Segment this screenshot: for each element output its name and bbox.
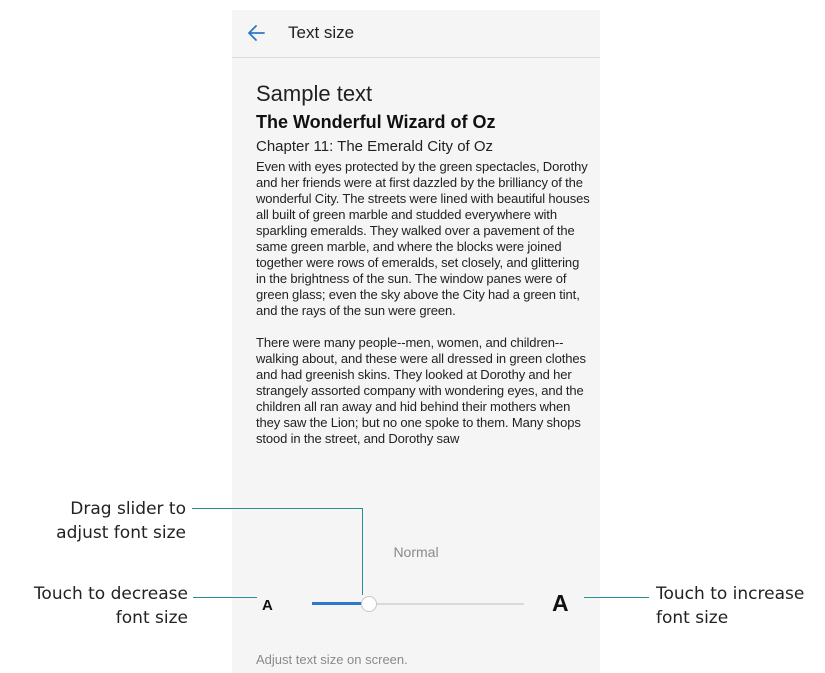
- text-size-screen: Text size Sample text The Wonderful Wiza…: [232, 10, 600, 673]
- callout-decrease-line2: font size: [115, 608, 188, 628]
- decrease-font-button[interactable]: A: [262, 597, 273, 614]
- sample-text-preview: Sample text The Wonderful Wizard of Oz C…: [256, 80, 591, 522]
- callout-slider-line1: Drag slider to: [70, 499, 186, 519]
- book-title: The Wonderful Wizard of Oz: [256, 112, 496, 132]
- callout-increase-line1: Touch to increase: [656, 584, 805, 604]
- callout-increase-line2: font size: [656, 608, 729, 628]
- callout-increase-leader: [584, 597, 649, 598]
- page-title: Text size: [288, 23, 355, 42]
- callout-slider: Drag slider to adjust font size: [40, 497, 186, 545]
- hint-text: Adjust text size on screen.: [256, 652, 408, 667]
- callout-slider-line2: adjust font size: [56, 523, 186, 543]
- callout-increase: Touch to increase font size: [656, 582, 821, 630]
- chapter-heading: Chapter 11: The Emerald City of Oz: [256, 138, 494, 155]
- callout-slider-leader-drop: [362, 508, 363, 595]
- sample-paragraph: Even with eyes protected by the green sp…: [256, 159, 590, 318]
- callout-decrease-leader: [193, 597, 257, 598]
- font-size-slider[interactable]: [312, 594, 524, 614]
- app-header: Text size: [232, 10, 600, 58]
- back-arrow-icon: [248, 25, 265, 41]
- callout-decrease-line1: Touch to decrease: [33, 584, 188, 604]
- back-button[interactable]: [244, 20, 270, 46]
- callout-slider-leader: [192, 508, 363, 509]
- sample-label: Sample text: [256, 81, 373, 106]
- slider-thumb[interactable]: [361, 596, 377, 612]
- increase-font-button[interactable]: A: [552, 590, 569, 617]
- current-size-label: Normal: [393, 544, 439, 560]
- sample-paragraph: There were many people--men, women, and …: [256, 335, 586, 446]
- callout-decrease: Touch to decrease font size: [8, 582, 188, 630]
